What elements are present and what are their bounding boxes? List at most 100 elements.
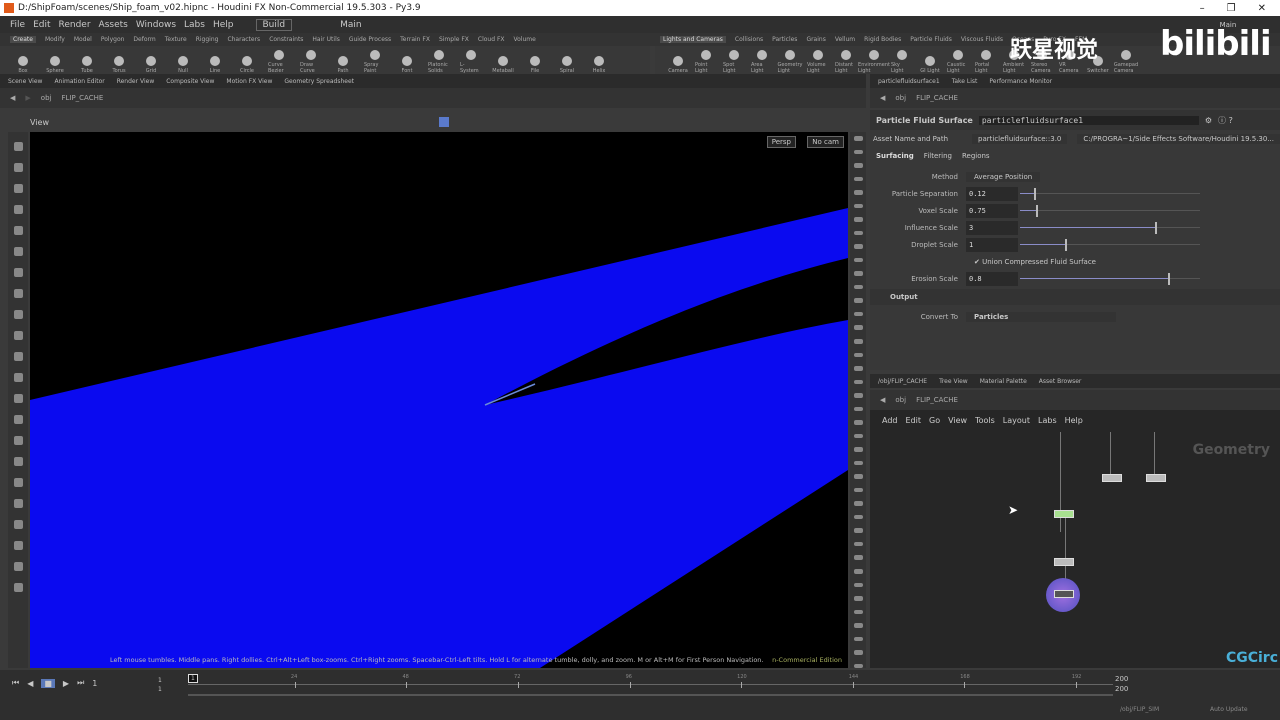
slider-knob[interactable]	[1034, 187, 1037, 200]
current-frame-field[interactable]: 1	[92, 679, 122, 688]
menu-help[interactable]: Help	[213, 20, 234, 30]
end-frame-a[interactable]: 200	[1115, 674, 1128, 684]
method-select[interactable]: Average Position	[966, 171, 1041, 182]
shelf-tool-path[interactable]: Path	[332, 56, 354, 74]
display-option-icon[interactable]	[853, 149, 863, 155]
desktop-build-select[interactable]: Build	[255, 18, 293, 31]
shelf-tab[interactable]: Create	[10, 36, 36, 43]
asset-path[interactable]: C:/PROGRA~1/Side Effects Software/Houdin…	[1077, 134, 1280, 144]
path-obj[interactable]: obj	[41, 94, 52, 102]
network-editor[interactable]: Add Edit Go View Tools Layout Labs Help Geometr…	[870, 410, 1280, 668]
network-menu-view[interactable]: View	[948, 416, 967, 425]
display-option-icon[interactable]	[853, 501, 863, 506]
viewport[interactable]: Persp No cam Left mouse tumbles. Middle …	[30, 132, 848, 668]
shelf-tool-draw-curve[interactable]: Draw Curve	[300, 50, 322, 74]
display-option-icon[interactable]	[853, 176, 863, 182]
network-menu-edit[interactable]: Edit	[906, 416, 922, 425]
back-icon[interactable]: ◀	[880, 94, 885, 102]
shelf-tool-spiral[interactable]: Spiral	[556, 56, 578, 74]
menu-labs[interactable]: Labs	[184, 20, 205, 30]
shelf-tab[interactable]: Particle Fluids	[910, 36, 952, 43]
shelf-tool-volume-light[interactable]: Volume Light	[807, 50, 829, 74]
display-option-icon[interactable]	[853, 433, 863, 439]
shelf-tool-l-system[interactable]: L-System	[460, 50, 482, 74]
tool-icon[interactable]	[13, 394, 23, 403]
shelf-tool-portal-light[interactable]: Portal Light	[975, 50, 997, 74]
display-option-icon[interactable]	[853, 636, 863, 642]
network-menu-go[interactable]: Go	[929, 416, 940, 425]
shelf-tab[interactable]: Rigid Bodies	[864, 36, 901, 43]
shelf-tab[interactable]: Particles	[772, 36, 797, 43]
display-option-icon[interactable]	[853, 203, 863, 209]
shelf-tab[interactable]: Constraints	[269, 36, 303, 43]
display-option-icon[interactable]	[853, 487, 863, 493]
display-option-icon[interactable]	[853, 217, 863, 222]
close-button[interactable]: ✕	[1258, 3, 1266, 14]
param-slider[interactable]	[1018, 221, 1203, 235]
selection-mode-icon[interactable]	[438, 117, 449, 127]
shelf-tool-sky-light[interactable]: Sky Light	[891, 50, 913, 74]
shelf-tool-helix[interactable]: Helix	[588, 56, 610, 74]
display-option-icon[interactable]	[853, 650, 863, 655]
erosion-slider[interactable]	[1018, 272, 1208, 286]
tool-icon[interactable]	[13, 373, 23, 382]
particlefluidsurface-node[interactable]	[1054, 590, 1074, 598]
shelf-tab[interactable]: Deform	[133, 36, 155, 43]
path-obj[interactable]: obj	[895, 396, 906, 404]
menu-edit[interactable]: Edit	[33, 20, 50, 30]
shelf-tool-torus[interactable]: Torus	[108, 56, 130, 74]
shelf-tool-point-light[interactable]: Point Light	[695, 50, 717, 74]
stop-button[interactable]: ■	[41, 678, 55, 688]
shelf-tool-spot-light[interactable]: Spot Light	[723, 50, 745, 74]
back-icon[interactable]: ◀	[10, 94, 15, 102]
display-option-icon[interactable]	[853, 257, 863, 263]
pane-tab[interactable]: Geometry Spreadsheet	[284, 78, 354, 85]
shelf-tab[interactable]: Texture	[165, 36, 187, 43]
shelf-tab[interactable]: Modify	[45, 36, 65, 43]
shelf-tool-sphere[interactable]: Sphere	[44, 56, 66, 74]
tool-icon[interactable]	[13, 457, 23, 466]
display-option-icon[interactable]	[853, 379, 863, 385]
display-option-icon[interactable]	[853, 190, 863, 195]
tool-icon[interactable]	[13, 583, 23, 592]
display-option-icon[interactable]	[853, 244, 863, 249]
convert-select[interactable]: Particles	[966, 311, 1116, 322]
display-option-icon[interactable]	[853, 569, 863, 574]
tool-icon[interactable]	[13, 331, 23, 340]
pane-tab[interactable]: Take List	[952, 78, 978, 85]
frame-marker[interactable]: 1	[188, 674, 198, 683]
range-slider[interactable]	[188, 694, 1113, 696]
pane-tab[interactable]: Composite View	[166, 78, 214, 85]
persp-menu[interactable]: Persp	[766, 136, 796, 148]
shelf-tool-file[interactable]: File	[524, 56, 546, 74]
menu-assets[interactable]: Assets	[99, 20, 128, 30]
shelf-tool-metaball[interactable]: Metaball	[492, 56, 514, 74]
maximize-button[interactable]: ❐	[1227, 3, 1236, 14]
pane-tab[interactable]: particlefluidsurface1	[878, 78, 940, 85]
pane-tab[interactable]: Render View	[117, 78, 155, 85]
param-field[interactable]: 1	[966, 237, 1018, 252]
param-field[interactable]: 0.12	[966, 186, 1018, 201]
shelf-tool-grid[interactable]: Grid	[140, 56, 162, 74]
shelf-tab[interactable]: Rigging	[196, 36, 219, 43]
slider-knob[interactable]	[1036, 204, 1039, 217]
shelf-tool-null[interactable]: Null	[172, 56, 194, 74]
minimize-button[interactable]: –	[1200, 3, 1205, 14]
path-node[interactable]: FLIP_CACHE	[916, 396, 958, 404]
slider-knob[interactable]	[1155, 221, 1157, 234]
param-slider[interactable]	[1018, 204, 1203, 218]
shelf-tab[interactable]: Viscous Fluids	[961, 36, 1003, 43]
node-name-field[interactable]: particlefluidsurface1	[978, 115, 1199, 125]
shelf-tool-tube[interactable]: Tube	[76, 56, 98, 74]
slider-knob[interactable]	[1065, 238, 1067, 251]
display-option-icon[interactable]	[853, 163, 863, 168]
display-option-icon[interactable]	[853, 514, 863, 520]
shelf-tab[interactable]: Collisions	[735, 36, 763, 43]
jump-end-button[interactable]: ⏭	[77, 678, 84, 688]
display-option-icon[interactable]	[853, 136, 863, 141]
param-slider[interactable]	[1018, 238, 1203, 252]
menu-render[interactable]: Render	[59, 20, 91, 30]
camera-menu[interactable]: No cam	[807, 136, 844, 148]
shelf-tab[interactable]: Vellum	[835, 36, 855, 43]
tool-icon[interactable]	[13, 163, 23, 172]
